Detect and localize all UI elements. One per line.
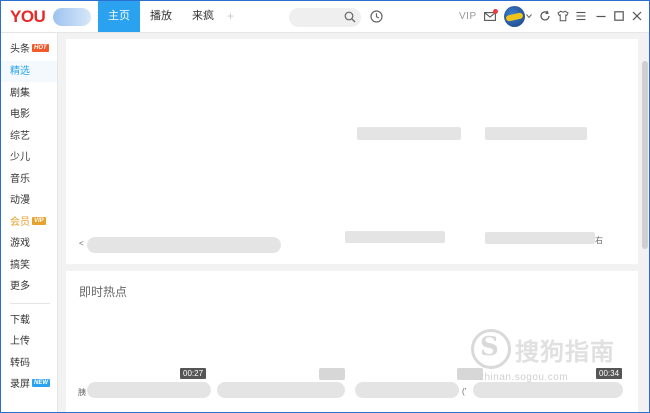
video-title-fragment[interactable]: 胰	[78, 387, 86, 398]
sidebar-item-more[interactable]: 更多	[1, 276, 57, 297]
section-title: 即时热点	[79, 285, 128, 299]
search-icon[interactable]	[344, 11, 356, 23]
banner-caption-blurred	[87, 237, 281, 253]
sidebar-item-screen-record[interactable]: 录屏 NEW	[1, 374, 57, 395]
sidebar-item-label: 录屏	[10, 379, 30, 390]
sidebar-item-label: 头条	[10, 44, 30, 55]
sidebar-item-label: 综艺	[10, 131, 30, 142]
banner-text-blurred	[485, 127, 587, 140]
user-avatar[interactable]	[504, 6, 525, 27]
refresh-icon[interactable]	[539, 10, 551, 22]
banner-caption-blurred	[485, 232, 595, 244]
sidebar-item-headlines[interactable]: 头条 HOT	[1, 39, 57, 60]
video-title-fragment[interactable]: ('	[462, 387, 466, 396]
video-thumb-blurred	[319, 368, 345, 380]
skin-shirt-icon[interactable]	[557, 10, 569, 22]
video-duration: 00:27	[180, 368, 207, 379]
search-input[interactable]	[289, 8, 361, 27]
minimize-icon[interactable]	[595, 10, 607, 22]
sidebar-item-variety[interactable]: 综艺	[1, 126, 57, 147]
sidebar-item-series[interactable]: 剧集	[1, 83, 57, 104]
sidebar-item-label: 音乐	[10, 174, 30, 185]
sidebar-item-membership[interactable]: 会员 VIP	[1, 212, 57, 233]
tab-laifeng[interactable]: 来疯	[183, 1, 223, 32]
new-badge: NEW	[32, 379, 50, 388]
banner-prev-text[interactable]: <	[79, 239, 84, 248]
sidebar-item-featured[interactable]: 精选	[1, 61, 57, 82]
sidebar-item-label: 少儿	[10, 152, 30, 163]
tab-play[interactable]: 播放	[141, 1, 181, 32]
logo-suffix-blurred	[53, 8, 91, 26]
sidebar-item-transcode[interactable]: 转码	[1, 353, 57, 374]
sidebar-item-games[interactable]: 游戏	[1, 233, 57, 254]
sidebar-item-music[interactable]: 音乐	[1, 169, 57, 190]
maximize-icon[interactable]	[613, 10, 625, 22]
sidebar-item-label: 搞笑	[10, 260, 30, 271]
app-window: YOU 主页 播放 来疯 + VIP 头条 HOT 精选 剧集 电影 综艺 少儿…	[0, 0, 650, 413]
watermark-text: 搜狗指南	[515, 339, 615, 366]
sidebar-item-funny[interactable]: 搞笑	[1, 255, 57, 276]
sidebar-item-movies[interactable]: 电影	[1, 104, 57, 125]
app-logo[interactable]: YOU	[10, 7, 46, 27]
scrollbar-thumb[interactable]	[642, 61, 648, 249]
close-icon[interactable]	[631, 10, 643, 22]
sidebar-item-anime[interactable]: 动漫	[1, 190, 57, 211]
sidebar-item-label: 电影	[10, 109, 30, 120]
sidebar-item-label: 会员	[10, 217, 30, 228]
sidebar-item-label: 游戏	[10, 238, 30, 249]
sidebar-item-label: 精选	[10, 66, 30, 77]
watermark-url: zhinan.sogou.com	[479, 372, 569, 383]
sidebar-item-download[interactable]: 下载	[1, 310, 57, 331]
hot-badge: HOT	[32, 44, 49, 53]
video-title-blurred[interactable]	[217, 382, 345, 398]
watermark-logo: S 搜狗指南	[471, 327, 631, 371]
vip-link[interactable]: VIP	[459, 11, 477, 22]
video-title-blurred[interactable]	[473, 382, 623, 398]
banner-caption-blurred	[345, 231, 445, 243]
vip-badge: VIP	[32, 217, 46, 226]
notification-dot	[493, 9, 498, 14]
title-bar: YOU 主页 播放 来疯 + VIP	[1, 1, 649, 33]
sidebar-item-label: 上传	[10, 336, 30, 347]
tab-home[interactable]: 主页	[98, 1, 140, 32]
banner-text-blurred	[357, 127, 461, 140]
sidebar-item-kids[interactable]: 少儿	[1, 147, 57, 168]
add-tab-button[interactable]: +	[227, 9, 234, 23]
sidebar-item-label: 下载	[10, 315, 30, 326]
sidebar-item-label: 动漫	[10, 195, 30, 206]
banner-next-text[interactable]: 右	[595, 235, 603, 246]
sidebar-divider	[10, 303, 50, 304]
sidebar-item-label: 转码	[10, 358, 30, 369]
sidebar-item-upload[interactable]: 上传	[1, 331, 57, 352]
history-clock-icon[interactable]	[370, 10, 383, 23]
video-title-blurred[interactable]	[355, 382, 459, 398]
menu-icon[interactable]	[575, 10, 587, 22]
sidebar-item-label: 更多	[10, 281, 30, 292]
sidebar: 头条HOT 精选 剧集 电影 综艺 少儿 音乐 动漫 会员VIP 游戏 搞笑	[1, 33, 58, 412]
video-title-blurred[interactable]	[87, 382, 211, 398]
watermark-glyph: S	[480, 332, 499, 362]
sidebar-item-label: 剧集	[10, 88, 30, 99]
chevron-down-icon[interactable]	[526, 13, 532, 19]
